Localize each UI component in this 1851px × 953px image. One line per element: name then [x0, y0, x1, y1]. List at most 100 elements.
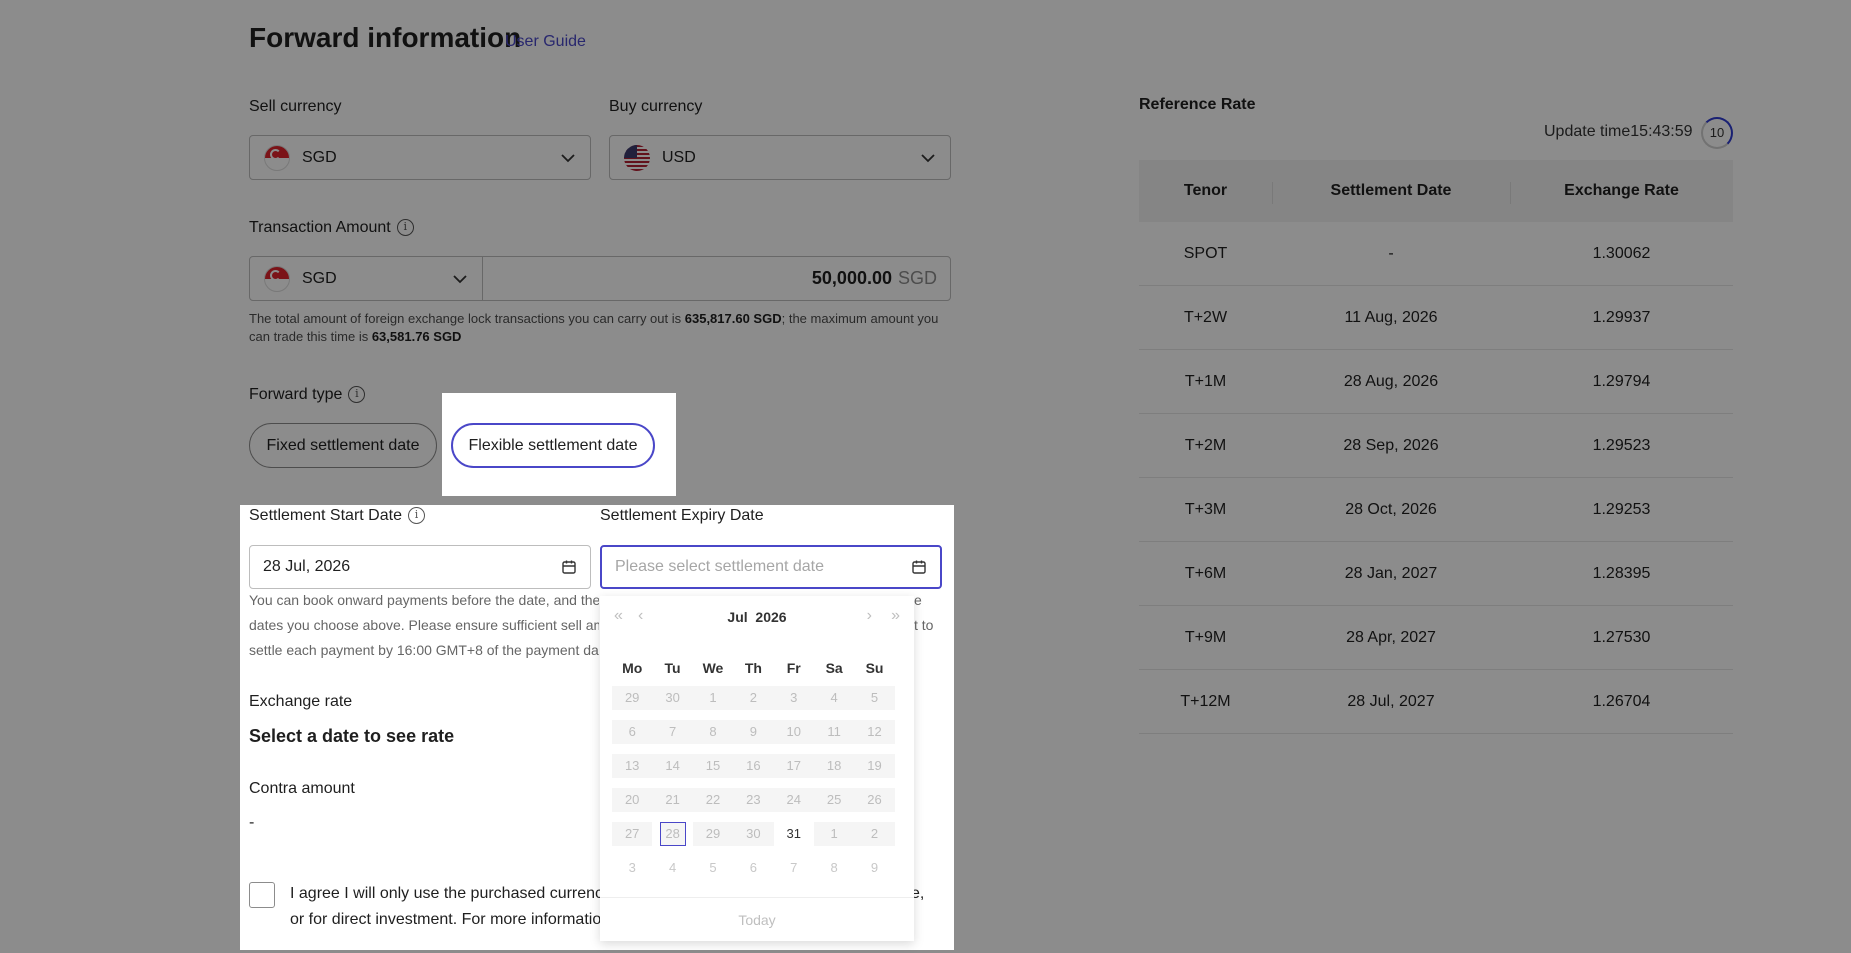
calendar-icon — [562, 560, 576, 574]
calendar-day: 30 — [733, 822, 774, 846]
calendar-day: 12 — [854, 720, 895, 744]
buy-currency-value: USD — [662, 148, 696, 166]
table-row: T+12M 28 Jul, 2027 1.26704 — [1139, 670, 1733, 734]
next-month-icon[interactable]: › — [867, 608, 872, 624]
calendar-header: « ‹ Jul 2026 › » — [600, 596, 914, 638]
calendar-year[interactable]: 2026 — [755, 609, 786, 625]
buy-currency-select[interactable]: USD — [609, 135, 951, 180]
super-prev-icon[interactable]: « — [614, 608, 623, 624]
calendar-day: 10 — [773, 720, 814, 744]
calendar-day: 24 — [773, 788, 814, 812]
user-guide-link[interactable]: User Guide — [505, 33, 586, 51]
agreement-text-line2: or for direct investment. For more infor… — [290, 911, 602, 928]
calendar-day: 4 — [668, 860, 677, 875]
cell-rate: 1.30062 — [1592, 244, 1651, 262]
calendar-day: 7 — [652, 720, 693, 744]
cell-tenor: T+2M — [1184, 436, 1227, 454]
weekday-label: Fr — [786, 660, 801, 676]
prev-month-icon[interactable]: ‹ — [638, 608, 643, 624]
expiry-date-input[interactable]: Please select settlement date — [600, 545, 942, 589]
table-body: SPOT - 1.30062 T+2W 11 Aug, 2026 1.29937 T+1M 2… — [1139, 222, 1733, 734]
contra-amount-label: Contra amount — [249, 780, 355, 797]
sell-currency-select[interactable]: SGD — [249, 135, 591, 180]
info-icon[interactable]: i — [396, 219, 414, 237]
settlement-note: You can book onward payments before the … — [249, 588, 599, 663]
date-picker-popup: « ‹ Jul 2026 › » Mo Tu We Th Fr Sa Su 29 30 1 2 3 4… — [600, 596, 914, 941]
calendar-day: 17 — [773, 754, 814, 778]
calendar-day: 29 — [612, 686, 653, 710]
calendar-month[interactable]: Jul — [727, 609, 747, 625]
note-line: e — [914, 592, 922, 608]
calendar-day: 22 — [692, 788, 734, 812]
sell-currency-label: Sell currency — [249, 98, 342, 115]
info-icon[interactable]: i — [348, 386, 366, 404]
calendar-icon — [912, 560, 926, 574]
start-date-value: 28 Jul, 2026 — [263, 558, 351, 575]
cell-date: 28 Apr, 2027 — [1346, 628, 1436, 646]
cell-rate: 1.26704 — [1592, 692, 1651, 710]
refresh-countdown: 10 — [1701, 117, 1733, 149]
note-line: dates you choose above. Please ensure su… — [249, 617, 599, 633]
super-next-icon[interactable]: » — [891, 608, 900, 624]
amount-input[interactable]: 50,000.00 SGD — [482, 256, 951, 301]
calendar-day: 30 — [652, 686, 693, 710]
note-line: t to — [914, 617, 934, 633]
calendar-day: 23 — [733, 788, 774, 812]
forward-type-label: Forward type i — [249, 386, 366, 404]
transaction-amount-label-text: Transaction Amount — [249, 219, 391, 236]
reference-rate-title: Reference Rate — [1139, 96, 1256, 113]
cell-date: 28 Jan, 2027 — [1344, 564, 1438, 582]
help-max: 63,581.76 SGD — [371, 329, 462, 344]
calendar-day: 3 — [773, 686, 814, 710]
selected-start-day: 28 — [659, 822, 686, 846]
info-icon[interactable]: i — [407, 507, 425, 525]
calendar-day: 9 — [870, 860, 879, 875]
buy-currency-label: Buy currency — [609, 98, 703, 115]
note-line: You can book onward payments before the … — [249, 592, 599, 608]
cell-date: 11 Aug, 2026 — [1344, 308, 1438, 326]
table-row: T+1M 28 Aug, 2026 1.29794 — [1139, 350, 1733, 414]
calendar-day: 15 — [692, 754, 734, 778]
weekday-label: Su — [865, 660, 884, 676]
cell-tenor: SPOT — [1183, 244, 1228, 262]
calendar-day: 4 — [813, 686, 855, 710]
calendar-day: 1 — [692, 686, 734, 710]
fixed-settlement-date-option[interactable]: Fixed settlement date — [249, 423, 437, 468]
agreement-checkbox[interactable] — [249, 882, 275, 908]
transaction-amount-label: Transaction Amount i — [249, 219, 414, 237]
cell-tenor: T+1M — [1184, 372, 1227, 390]
update-time-value: 15:43:59 — [1630, 123, 1693, 140]
calendar-day: 8 — [692, 720, 734, 744]
calendar-day: 8 — [830, 860, 838, 875]
chevron-down-icon — [561, 153, 575, 162]
cell-tenor: T+2W — [1183, 308, 1228, 326]
table-row: SPOT - 1.30062 — [1139, 222, 1733, 286]
amount-currency-select[interactable]: SGD — [249, 256, 483, 301]
table-row: T+6M 28 Jan, 2027 1.28395 — [1139, 542, 1733, 606]
flexible-settlement-date-option[interactable]: Flexible settlement date — [451, 423, 655, 468]
update-time-label: Update time — [1544, 123, 1631, 140]
cell-rate: 1.28395 — [1592, 564, 1651, 582]
settlement-note-tail: e t to — [914, 588, 954, 638]
update-time: Update time15:43:59 — [1544, 123, 1693, 141]
exchange-rate-value: Select a date to see rate — [249, 726, 455, 746]
calendar-day: 21 — [652, 788, 693, 812]
calendar-day[interactable]: 31 — [773, 822, 814, 846]
start-date-label-text: Settlement Start Date — [249, 507, 402, 524]
sell-currency-value: SGD — [302, 148, 337, 166]
weekday-label: Mo — [622, 660, 643, 676]
amount-currency-value: SGD — [302, 269, 337, 287]
cell-tenor: T+3M — [1184, 500, 1227, 518]
start-date-input[interactable]: 28 Jul, 2026 — [249, 545, 591, 589]
amount-help-text: The total amount of foreign exchange loc… — [249, 310, 951, 346]
contra-amount-value: - — [249, 814, 255, 831]
today-button[interactable]: Today — [600, 897, 914, 941]
amount-unit: SGD — [897, 268, 937, 288]
cell-date: 28 Sep, 2026 — [1343, 436, 1439, 454]
column-header-tenor: Tenor — [1183, 182, 1228, 199]
calendar-day: 29 — [692, 822, 734, 846]
reference-rate-table: Tenor Settlement Date Exchange Rate SPOT… — [1139, 160, 1733, 734]
exchange-rate-label: Exchange rate — [249, 693, 353, 710]
expiry-date-placeholder: Please select settlement date — [615, 558, 825, 575]
start-date-label: Settlement Start Date i — [249, 507, 425, 525]
